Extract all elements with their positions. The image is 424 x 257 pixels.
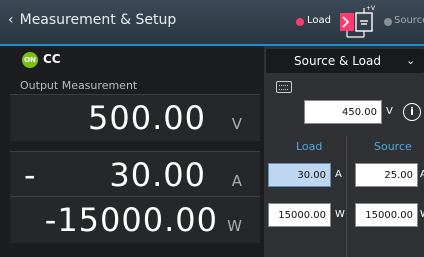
- mode-indicator[interactable]: Load +V Source: [296, 4, 424, 40]
- column-divider: [346, 136, 347, 257]
- voltage-unit: V: [231, 115, 242, 133]
- measured-current-value: 30.00: [109, 156, 206, 194]
- output-measurement-title: Output Measurement: [20, 79, 138, 92]
- source-power-unit: W: [420, 209, 424, 220]
- keyboard-icon[interactable]: [276, 81, 292, 93]
- source-current-unit: A: [420, 169, 424, 180]
- source-column-header: Source: [374, 140, 412, 153]
- mode-source-label: Source: [394, 15, 424, 26]
- load-current-unit: A: [335, 169, 342, 180]
- load-current-input[interactable]: 30.00: [268, 163, 331, 187]
- load-status-dot: [296, 18, 304, 26]
- load-power-unit: W: [335, 209, 345, 220]
- operating-mode-label: CC: [43, 52, 61, 66]
- chevron-left-icon: ‹: [8, 12, 14, 28]
- chevron-down-icon: ⌄: [406, 54, 416, 67]
- load-power-input[interactable]: 15000.00: [268, 203, 331, 227]
- voltage-setpoint-unit: V: [386, 106, 393, 117]
- measured-voltage-value: 500.00: [88, 99, 206, 137]
- source-power-input[interactable]: 15000.00: [355, 203, 418, 227]
- load-source-symbol-icon: +V: [340, 5, 376, 38]
- voltage-setpoint-input[interactable]: 450.00: [304, 100, 382, 124]
- mode-load-label: Load: [307, 15, 331, 26]
- source-status-dot: [384, 18, 392, 26]
- current-measurement-row: - 30.00 A: [10, 151, 260, 198]
- header-bar: ‹ Measurement & Setup Load +V Source: [0, 0, 424, 46]
- voltage-measurement-row: 500.00 V: [10, 94, 260, 141]
- power-measurement-row: -15000.00 W: [10, 196, 260, 243]
- power-unit: W: [227, 217, 242, 235]
- page-title: Measurement & Setup: [19, 12, 177, 28]
- measured-power-value: -15000.00: [44, 201, 218, 239]
- mode-dropdown[interactable]: Source & Load ⌄: [266, 49, 424, 73]
- current-unit: A: [231, 172, 242, 190]
- svg-text:+V: +V: [366, 5, 376, 12]
- info-icon[interactable]: i: [403, 103, 421, 121]
- load-column-header: Load: [296, 140, 323, 153]
- source-current-input[interactable]: 25.00: [355, 163, 418, 187]
- current-sign: -: [24, 156, 36, 194]
- back-button[interactable]: ‹ Measurement & Setup: [8, 12, 176, 32]
- mode-dropdown-label: Source & Load: [294, 54, 381, 68]
- output-on-badge: ON: [22, 52, 38, 68]
